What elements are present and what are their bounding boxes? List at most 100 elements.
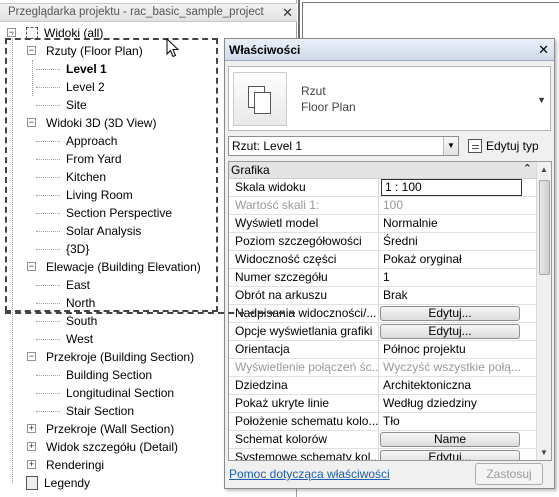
tree-item-detail[interactable]: Widok szczegółu (Detail) [46, 438, 178, 456]
close-icon[interactable]: ✕ [282, 4, 293, 21]
tree-item-label: East [66, 278, 91, 292]
tree-item-views[interactable]: Widoki (all) [44, 24, 103, 42]
collapse-icon[interactable]: − [27, 46, 36, 55]
expand-icon[interactable]: + [27, 424, 36, 433]
tree-connector [36, 213, 60, 214]
property-value[interactable]: Architektoniczna [380, 377, 536, 394]
collapse-icon[interactable]: ⌃ [523, 162, 532, 177]
collapse-icon[interactable]: − [27, 262, 36, 271]
tree-item-v3d[interactable]: Widoki 3D (3D View) [46, 114, 156, 132]
properties-help-link[interactable]: Pomoc dotycząca właściwości [229, 467, 390, 481]
project-browser-title: Przeglądarka projektu - rac_basic_sample… [0, 3, 297, 22]
property-name: Orientacja [229, 341, 379, 358]
property-value[interactable]: Tło [380, 413, 536, 430]
tree-item-legend[interactable]: Legendy [44, 474, 90, 492]
property-name: Schemat kolorów [229, 431, 379, 448]
tree-connector [36, 375, 60, 376]
property-row: Orientacja Północ projektu [229, 341, 536, 359]
property-value[interactable]: Brak [380, 287, 536, 304]
properties-grid: Grafika ⌃ Skala widoku 1 : 100 Wartość ska… [228, 161, 552, 461]
tree-item-label: Approach [66, 134, 118, 148]
tree-item-living[interactable]: Living Room [66, 186, 133, 204]
tree-item-lvl1[interactable]: Level 1 [66, 60, 107, 78]
property-name: Wartość skali 1: [229, 197, 379, 214]
tree-item-label: Elewacje (Building Elevation) [46, 260, 201, 274]
group-header-graphics[interactable]: Grafika ⌃ [229, 162, 536, 179]
close-icon[interactable]: ✕ [538, 39, 549, 61]
property-row: Wyświetlenie połączeń śc... Wyczyść wszys… [229, 359, 536, 377]
property-value[interactable]: Normalnie [380, 215, 536, 232]
tree-item-label: Longitudinal Section [66, 386, 175, 400]
type-selector[interactable]: Rzut Floor Plan ▼ [228, 66, 551, 131]
property-row: Obrót na arkuszu Brak [229, 287, 536, 305]
tree-connector [36, 69, 60, 70]
property-name: Skala widoku [229, 179, 379, 196]
tree-item-west[interactable]: West [66, 330, 93, 348]
property-value[interactable]: Północ projektu [380, 341, 536, 358]
tree-item-label: Section Perspective [66, 206, 173, 220]
tree-item-south[interactable]: South [66, 312, 97, 330]
property-name: Dziedzina [229, 377, 379, 394]
tree-item-label: South [66, 314, 98, 328]
tree-item-label: Widoki (all) [44, 26, 104, 40]
tree-item-bs2[interactable]: Longitudinal Section [66, 384, 174, 402]
tree-item-secpersp[interactable]: Section Perspective [66, 204, 172, 222]
tree-item-floor[interactable]: Rzuty (Floor Plan) [46, 42, 143, 60]
tree-item-lvl2[interactable]: Level 2 [66, 78, 105, 96]
tree-item-approach[interactable]: Approach [66, 132, 117, 150]
property-value-cell: Edytuj... [380, 449, 536, 460]
expand-icon[interactable]: + [27, 460, 36, 469]
expand-icon[interactable]: + [27, 442, 36, 451]
properties-scrollbar[interactable]: ▲ ▼ [536, 162, 551, 460]
dock-preview-edge [5, 312, 295, 314]
tree-connector [36, 411, 60, 412]
property-value[interactable]: Według dziedziny [380, 395, 536, 412]
property-row: Skala widoku 1 : 100 [229, 179, 536, 197]
type-name: Floor Plan [301, 100, 356, 114]
property-edit-button[interactable]: Edytuj... [380, 306, 520, 321]
property-value[interactable]: 1 [380, 269, 536, 286]
properties-title-bar[interactable]: Właściwości ✕ [225, 39, 554, 61]
views-icon [26, 27, 38, 39]
tree-item-east[interactable]: East [66, 276, 90, 294]
tree-item-yard[interactable]: From Yard [66, 150, 122, 168]
tree-item-bs1[interactable]: Building Section [66, 366, 152, 384]
property-value-input[interactable]: 1 : 100 [381, 179, 522, 196]
tree-item-label: Solar Analysis [66, 224, 142, 238]
property-name: Poziom szczegółowości [229, 233, 379, 250]
tree-connector [36, 339, 60, 340]
property-value[interactable]: Średni [380, 233, 536, 250]
scroll-down-icon[interactable]: ▼ [540, 448, 548, 457]
tree-item-kitchen[interactable]: Kitchen [66, 168, 106, 186]
property-row: Dziedzina Architektoniczna [229, 377, 536, 395]
scrollbar-thumb[interactable] [539, 180, 550, 275]
apply-button[interactable]: Zastosuj [475, 463, 543, 485]
property-value[interactable]: Pokaż oryginał [380, 251, 536, 268]
property-edit-button[interactable]: Name [380, 432, 520, 447]
tree-item-site[interactable]: Site [66, 96, 87, 114]
edit-type-button[interactable]: Edytuj typ [468, 136, 539, 156]
tree-item-elev[interactable]: Elewacje (Building Elevation) [46, 258, 201, 276]
dropdown-arrow-icon[interactable]: ▼ [537, 95, 546, 105]
tree-item-render[interactable]: Renderingi [46, 456, 104, 474]
tree-item-d3[interactable]: {3D} [66, 240, 89, 258]
property-edit-button[interactable]: Edytuj... [380, 324, 520, 339]
tree-connector [36, 393, 60, 394]
property-value: Wyczyść wszystkie połą... [383, 360, 521, 374]
instance-filter-dropdown[interactable]: Rzut: Level 1 ▼ [228, 136, 459, 156]
property-row: Schemat kolorów Name [229, 431, 536, 449]
property-name: Obrót na arkuszu [229, 287, 379, 304]
tree-item-solar[interactable]: Solar Analysis [66, 222, 141, 240]
property-value-cell: Edytuj... [380, 305, 536, 322]
tree-item-bs3[interactable]: Stair Section [66, 402, 134, 420]
collapse-icon[interactable]: − [27, 352, 36, 361]
tree-item-wsec[interactable]: Przekroje (Wall Section) [46, 420, 174, 438]
property-edit-button[interactable]: Edytuj... [380, 450, 520, 460]
tree-item-bsec[interactable]: Przekroje (Building Section) [46, 348, 194, 366]
property-row: Opcje wyświetlania grafiki Edytuj... [229, 323, 536, 341]
scroll-up-icon[interactable]: ▲ [540, 165, 548, 174]
property-value-cell: Name [380, 431, 536, 448]
tree-item-north[interactable]: North [66, 294, 95, 312]
collapse-icon[interactable]: − [27, 118, 36, 127]
edit-type-label: Edytuj typ [486, 139, 539, 153]
